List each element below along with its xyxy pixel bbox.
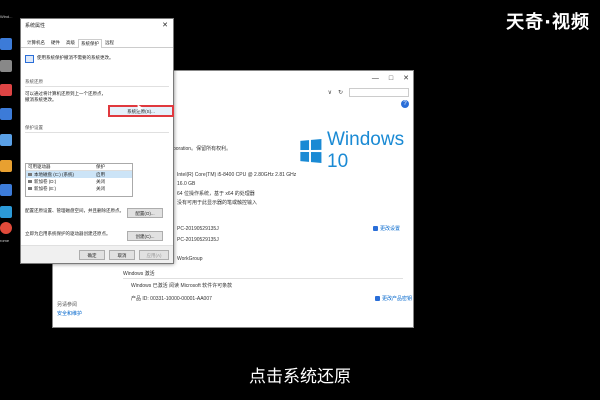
dialog-tabs: 计算机名 硬件 高级 系统保护 远程 bbox=[21, 38, 173, 48]
refresh-icon[interactable]: ↻ bbox=[338, 89, 343, 96]
watermark: 天奇·视频 bbox=[506, 12, 590, 33]
ram-value: 16.0 GB bbox=[177, 181, 196, 187]
dialog-title-bar: 系统属性 ✕ bbox=[21, 19, 173, 32]
close-button[interactable]: ✕ bbox=[403, 74, 409, 82]
computer-icon bbox=[25, 55, 34, 63]
workgroup-value: WorkGroup bbox=[177, 256, 203, 262]
desktop-label: rome bbox=[0, 238, 10, 243]
chrome-icon[interactable] bbox=[0, 222, 12, 234]
desktop-label: Wind... bbox=[0, 14, 13, 19]
desktop-icon[interactable] bbox=[0, 206, 12, 218]
ok-button[interactable]: 确定 bbox=[79, 250, 105, 260]
column-header-protection: 保护 bbox=[96, 164, 105, 169]
windows-flag-icon bbox=[300, 138, 322, 164]
cancel-button[interactable]: 取消 bbox=[109, 250, 135, 260]
desktop-icon[interactable] bbox=[0, 184, 12, 196]
intro-row: 使用系统保护撤消不需要的系统更改。 bbox=[25, 55, 169, 63]
desktop-icon[interactable] bbox=[0, 38, 12, 50]
system-type-value: 64 位操作系统，基于 x64 的处理器 bbox=[177, 191, 255, 197]
protection-section-title: 保护设置 bbox=[25, 125, 169, 133]
windows-logo: Windows 10 bbox=[299, 129, 413, 173]
tab-remote[interactable]: 远程 bbox=[102, 38, 117, 47]
dialog-close-button[interactable]: ✕ bbox=[162, 21, 168, 29]
video-subtitle: 点击系统还原 bbox=[249, 367, 351, 387]
product-id: 产品 ID: 00331-10000-00001-AA007 bbox=[131, 296, 212, 302]
restore-section-title: 系统还原 bbox=[25, 79, 169, 87]
table-row[interactable]: 新加卷 (D:) 关闭 bbox=[26, 178, 132, 185]
apply-button[interactable]: 应用(A) bbox=[139, 250, 169, 260]
chevron-down-icon[interactable]: ∨ bbox=[328, 89, 332, 96]
shield-icon bbox=[373, 226, 378, 232]
cpu-value: Intel(R) Core(TM) i5-8400 CPU @ 2.80GHz … bbox=[177, 172, 297, 178]
tab-advanced[interactable]: 高级 bbox=[63, 38, 78, 47]
system-properties-dialog: 系统属性 ✕ 计算机名 硬件 高级 系统保护 远程 使用系统保护撤消不需要的系统… bbox=[20, 18, 174, 264]
desktop-icon[interactable] bbox=[0, 60, 12, 72]
restore-description: 可以通过将计算机还原到上一个还原点，撤消系统更改。 bbox=[25, 91, 106, 102]
maximize-button[interactable]: □ bbox=[389, 75, 393, 82]
intro-text: 使用系统保护撤消不需要的系统更改。 bbox=[37, 55, 114, 60]
dialog-title: 系统属性 bbox=[25, 23, 46, 29]
minimize-button[interactable]: — bbox=[372, 75, 379, 82]
table-header: 可用驱动器 保护 bbox=[26, 164, 132, 171]
dialog-footer: 确定 取消 应用(A) bbox=[21, 245, 173, 263]
drive-icon bbox=[28, 179, 32, 183]
pen-touch-value: 没有可用于此显示器的笔或触控输入 bbox=[177, 200, 258, 206]
tab-system-protection[interactable]: 系统保护 bbox=[78, 39, 102, 48]
create-description: 立即为启用系统保护的驱动器创建还原点。 bbox=[25, 231, 111, 236]
license-text: poration。保留所有权利。 bbox=[173, 146, 232, 152]
tab-computer-name[interactable]: 计算机名 bbox=[24, 38, 48, 47]
activation-status: Windows 已激活 阅读 Microsoft 软件许可条款 bbox=[131, 283, 233, 289]
desktop-icon[interactable] bbox=[0, 160, 12, 172]
table-row[interactable]: 本地磁盘 (C:) (系统) 启用 bbox=[26, 171, 132, 178]
drives-table: 可用驱动器 保护 本地磁盘 (C:) (系统) 启用 新加卷 (D:) 关闭 新… bbox=[25, 163, 133, 197]
create-button[interactable]: 创建(C)... bbox=[127, 231, 163, 241]
column-header-drive: 可用驱动器 bbox=[28, 164, 51, 169]
desktop-icon[interactable] bbox=[0, 108, 12, 120]
configure-description: 配置还原设置、管理磁盘空间，并且删除还原点。 bbox=[25, 208, 124, 213]
shield-icon bbox=[375, 296, 380, 302]
windows-brand: Windows 10 bbox=[327, 129, 405, 172]
tab-hardware[interactable]: 硬件 bbox=[48, 38, 63, 47]
security-maintenance-link[interactable]: 安全和维护 bbox=[57, 310, 82, 319]
change-product-key-link[interactable]: 更改产品密钥 bbox=[375, 295, 412, 302]
dialog-body: 使用系统保护撤消不需要的系统更改。 系统还原 可以通过将计算机还原到上一个还原点… bbox=[21, 48, 174, 253]
desktop-icon[interactable] bbox=[0, 84, 12, 96]
configure-button[interactable]: 配置(O)... bbox=[127, 208, 163, 218]
table-row[interactable]: 新加卷 (E:) 关闭 bbox=[26, 185, 132, 192]
drive-icon bbox=[28, 172, 32, 176]
change-settings-link[interactable]: 更改设置 bbox=[373, 225, 400, 232]
search-input[interactable] bbox=[349, 87, 409, 97]
see-also-label: 另请参阅 bbox=[57, 302, 78, 308]
help-icon[interactable]: ? bbox=[401, 100, 409, 108]
drive-icon bbox=[28, 186, 32, 190]
left-nav: 另请参阅 安全和维护 bbox=[57, 301, 82, 319]
computer-name-value: PC-20190529135J bbox=[177, 226, 219, 232]
full-name-value: PC-20190529135J bbox=[177, 237, 219, 243]
activation-header: Windows 激活 bbox=[123, 270, 403, 279]
desktop-icon[interactable] bbox=[0, 134, 12, 146]
